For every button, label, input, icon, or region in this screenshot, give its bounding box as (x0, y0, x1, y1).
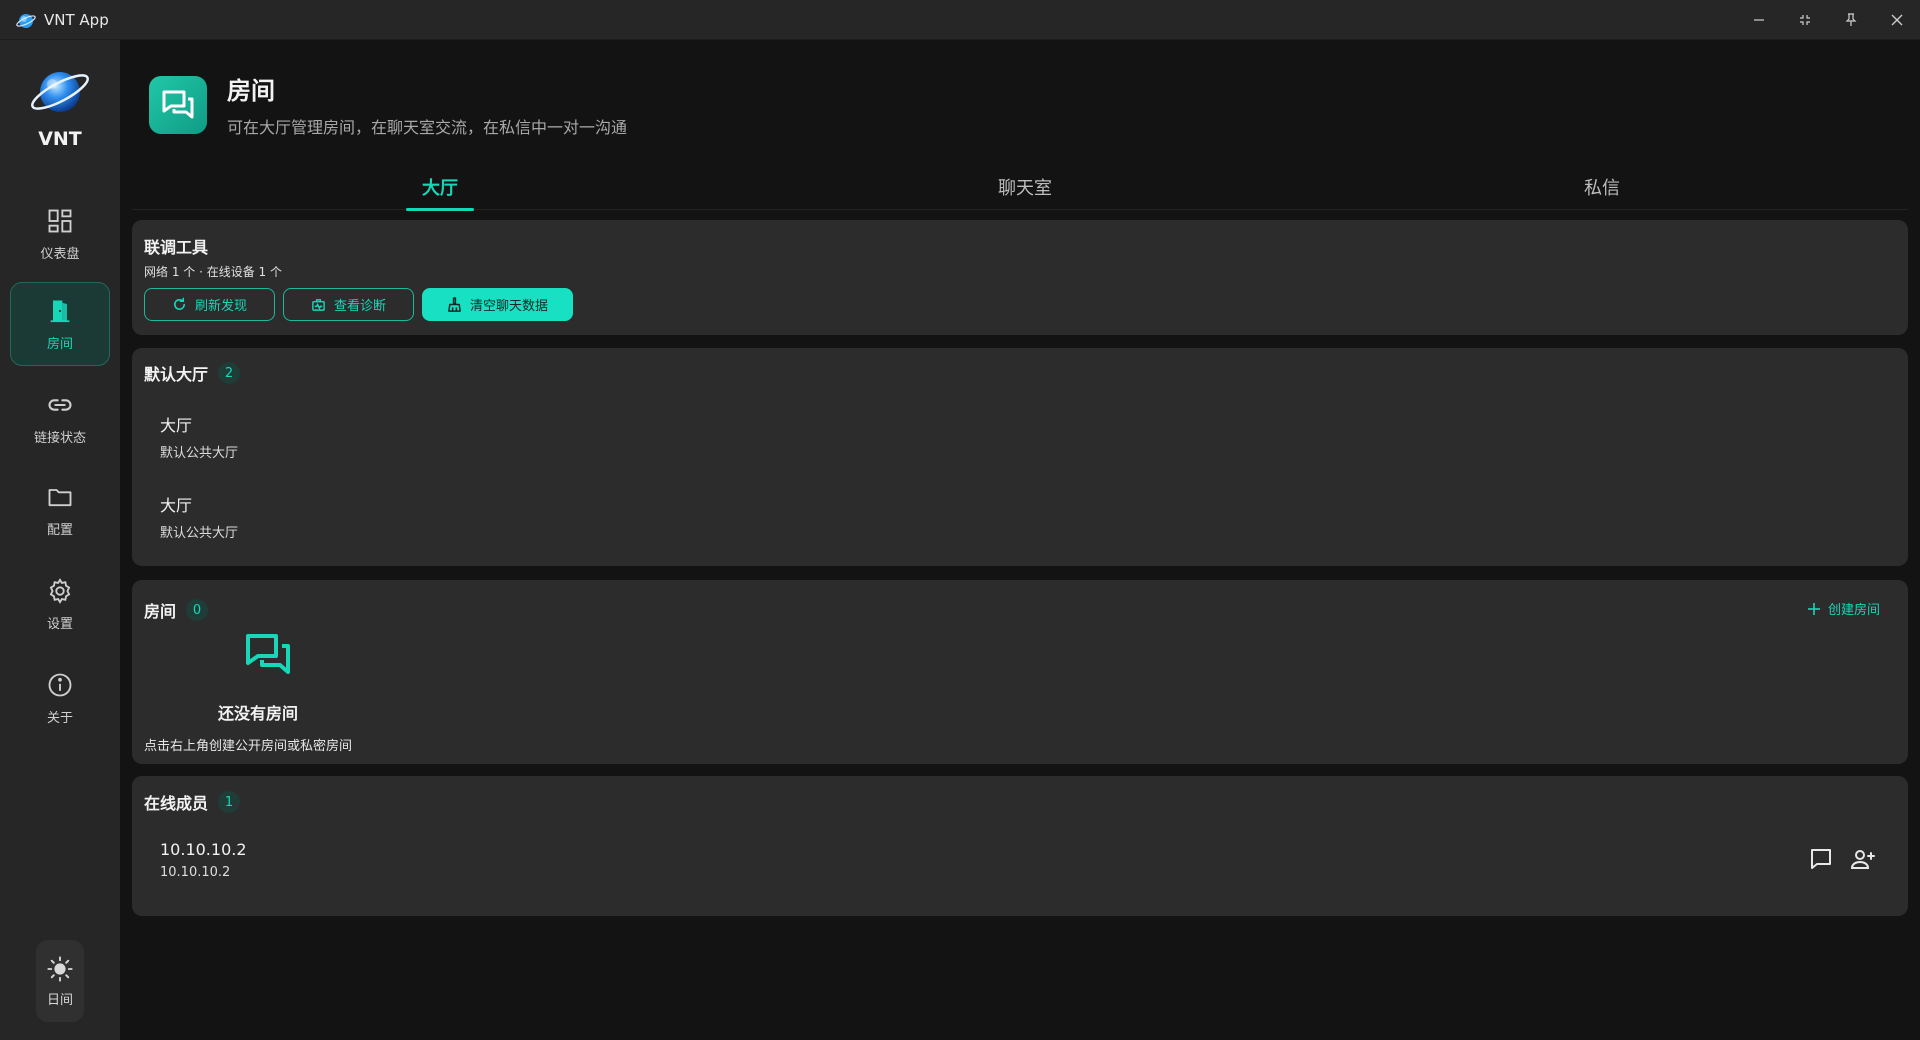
rooms-title: 房间 0 (144, 598, 209, 622)
planet-logo-icon (31, 72, 89, 112)
create-room-button[interactable]: 创建房间 (1807, 599, 1880, 618)
sidebar-item-settings[interactable]: 设置 (10, 562, 110, 646)
sidebar-item-config[interactable]: 配置 (10, 468, 110, 552)
title-bar: VNT App (0, 0, 1920, 40)
list-item[interactable]: 大厅 默认公共大厅 (160, 412, 238, 461)
rooms-count-badge: 0 (186, 599, 209, 621)
sidebar-item-label: 关于 (46, 710, 73, 726)
pin-button[interactable] (1828, 0, 1874, 40)
page-subtitle: 可在大厅管理房间，在聊天室交流，在私信中一对一沟通 (227, 118, 628, 137)
chat-bubbles-icon (246, 634, 290, 674)
tab-bar: 大厅 聊天室 私信 (132, 164, 1908, 211)
folder-icon (48, 488, 72, 506)
add-friend-button[interactable] (1850, 846, 1876, 872)
sidebar-item-label: 设置 (46, 616, 73, 632)
theme-toggle[interactable]: 日间 (36, 940, 84, 1022)
online-members-count-badge: 1 (218, 791, 241, 813)
list-item[interactable]: 大厅 默认公共大厅 (160, 492, 238, 541)
window-title: VNT App (44, 10, 109, 29)
sidebar-item-label: 链接状态 (33, 430, 86, 446)
member-name: 10.10.10.2 (160, 840, 247, 859)
minimize-button[interactable] (1736, 0, 1782, 40)
clear-chat-data-button[interactable]: 清空聊天数据 (422, 288, 573, 321)
link-icon (48, 398, 72, 411)
restore-button[interactable] (1782, 0, 1828, 40)
debug-tools-title: 联调工具 (144, 238, 209, 257)
default-lobby-card: 默认大厅 2 大厅 默认公共大厅 大厅 默认公共大厅 (132, 348, 1908, 566)
sidebar: VNT 仪表盘 房间 链接状态 配置 设置 关于 日间 (0, 40, 120, 1040)
empty-state-hint: 点击右上角创建公开房间或私密房间 (144, 739, 353, 754)
person-add-icon (1850, 850, 1875, 869)
network-summary: 网络 1 个 · 在线设备 1 个 (144, 265, 282, 279)
rooms-card: 房间 0 创建房间 还没有房间 点击右上角创建公开房间或私密房间 (132, 580, 1908, 764)
sidebar-item-dashboard[interactable]: 仪表盘 (10, 192, 110, 276)
lobby-name: 大厅 (160, 416, 193, 435)
restore-icon (1800, 14, 1810, 25)
refresh-discovery-button[interactable]: 刷新发现 (144, 288, 275, 321)
page-header: 房间 可在大厅管理房间，在聊天室交流，在私信中一对一沟通 (149, 71, 627, 138)
dashboard-icon (48, 209, 72, 232)
sidebar-item-about[interactable]: 关于 (10, 656, 110, 740)
refresh-icon (174, 297, 185, 310)
lobby-description: 默认公共大厅 (160, 446, 239, 461)
theme-toggle-label: 日间 (46, 992, 73, 1008)
online-members-title: 在线成员 1 (144, 790, 241, 814)
gear-icon (49, 577, 71, 604)
member-ip: 10.10.10.2 (160, 865, 231, 880)
sidebar-item-label: 房间 (46, 336, 73, 352)
close-icon (1891, 14, 1903, 25)
sidebar-item-label: 配置 (46, 522, 73, 538)
member-actions (1808, 846, 1876, 872)
lobby-name: 大厅 (160, 496, 193, 515)
minimize-icon (1754, 18, 1764, 21)
sun-icon (47, 955, 73, 982)
send-message-button[interactable] (1808, 846, 1834, 872)
info-icon (48, 673, 72, 696)
default-lobby-count-badge: 2 (218, 362, 241, 384)
app-logo-icon (16, 13, 36, 28)
pin-icon (1845, 12, 1857, 26)
tab-chatroom[interactable]: 聊天室 (985, 164, 1065, 210)
brand-name: VNT (38, 128, 82, 150)
plus-icon (1807, 602, 1820, 615)
sidebar-item-label: 仪表盘 (40, 246, 80, 262)
sidebar-item-rooms[interactable]: 房间 (10, 282, 110, 366)
chat-bubbles-icon (149, 75, 207, 134)
empty-state-title: 还没有房间 (218, 704, 299, 723)
member-row[interactable]: 10.10.10.2 10.10.10.2 (160, 840, 247, 880)
default-lobby-title: 默认大厅 2 (144, 361, 241, 385)
brand: VNT (0, 58, 120, 150)
debug-tools-card: 联调工具 网络 1 个 · 在线设备 1 个 刷新发现 查看诊断 清空聊天数据 (132, 220, 1908, 335)
online-members-card: 在线成员 1 10.10.10.2 10.10.10.2 (132, 776, 1908, 916)
broom-icon (448, 297, 461, 312)
sidebar-item-link-status[interactable]: 链接状态 (10, 376, 110, 460)
diagnostics-icon (312, 299, 325, 311)
view-diagnostics-button[interactable]: 查看诊断 (283, 288, 414, 321)
lobby-description: 默认公共大厅 (160, 526, 239, 541)
main-content: 房间 可在大厅管理房间，在聊天室交流，在私信中一对一沟通 大厅 聊天室 私信 联… (120, 40, 1920, 1040)
message-icon (1811, 849, 1831, 869)
tab-private-message[interactable]: 私信 (1572, 164, 1632, 210)
page-title: 房间 (227, 77, 275, 105)
close-button[interactable] (1874, 0, 1920, 40)
tab-lobby[interactable]: 大厅 (406, 164, 474, 211)
door-icon (50, 300, 70, 322)
window-controls (1736, 0, 1920, 40)
